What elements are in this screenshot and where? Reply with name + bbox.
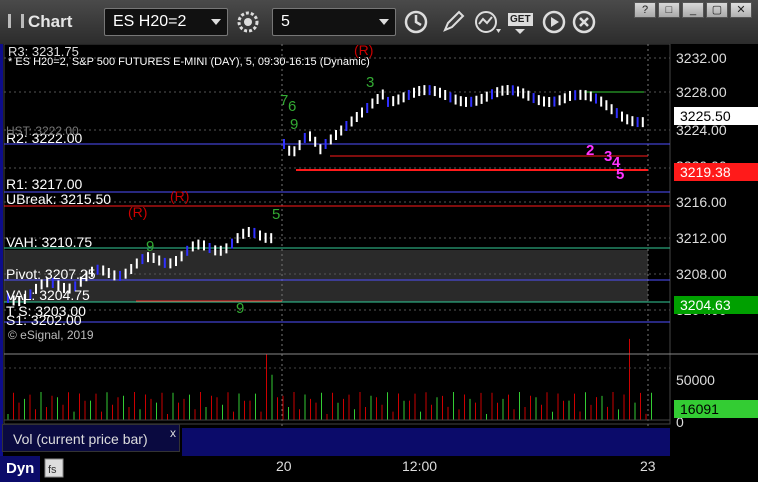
symbol-field[interactable]: [104, 8, 228, 36]
val-label: VAL: 3204.75: [6, 287, 90, 303]
s1-label: S1: 3202.00: [6, 312, 82, 328]
maximize-button[interactable]: ▢: [706, 2, 728, 18]
restore-button[interactable]: □: [658, 2, 680, 18]
count-label: 2: [586, 142, 595, 159]
title-text: Chart: [28, 12, 73, 31]
x-tick: 20: [276, 458, 292, 474]
copyright: © eSignal, 2019: [8, 328, 94, 342]
vah-label: VAH: 3210.75: [6, 234, 93, 250]
dyn-label[interactable]: Dyn: [6, 460, 34, 477]
footer-bar: Dyn: [0, 456, 40, 482]
count-label: 9: [290, 116, 299, 133]
y-tick: 3216.00: [676, 194, 727, 210]
symbol-input[interactable]: [111, 12, 203, 32]
hst-label: HST: 3222.00: [6, 124, 79, 138]
chevron-down-icon[interactable]: [515, 29, 525, 34]
get-data-icon[interactable]: GET: [506, 9, 536, 35]
study-icon[interactable]: [474, 9, 502, 35]
close-circle-icon[interactable]: [570, 9, 598, 35]
count-label: 5: [616, 166, 625, 183]
pencil-icon[interactable]: [440, 9, 468, 35]
chart-canvas[interactable]: [0, 44, 758, 482]
y-tick: 3208.00: [676, 266, 727, 282]
level-tag-green: 3204.63: [674, 296, 758, 314]
price-pane-frame: [3, 44, 671, 425]
clock-icon[interactable]: [402, 9, 430, 35]
chart-header: * ES H20=2, S&P 500 FUTURES E-MINI (DAY)…: [8, 56, 370, 68]
help-button[interactable]: ?: [634, 2, 656, 18]
close-button[interactable]: ✕: [730, 2, 752, 18]
window-titlebar: Chart GET ? □ _ ▢ ✕: [0, 0, 758, 45]
y-tick: 3228.00: [676, 84, 727, 100]
volume-strip: [182, 428, 670, 456]
value-area-band: [4, 250, 648, 302]
play-icon[interactable]: [540, 9, 568, 35]
x-tick: 12:00: [402, 458, 438, 474]
window-controls: ? □ _ ▢ ✕: [634, 2, 752, 18]
y-tick: 3232.00: [676, 50, 727, 66]
chevron-down-icon[interactable]: [211, 19, 221, 25]
r-marker: (R): [354, 42, 374, 58]
last-price-tag: 3225.50: [674, 107, 758, 125]
r-marker: (R): [170, 188, 190, 204]
grip-icon[interactable]: [8, 14, 24, 28]
volume-label: Vol (current price bar): [13, 431, 148, 447]
minimize-button[interactable]: _: [682, 2, 704, 18]
count-label: 9: [146, 238, 155, 255]
chart-area[interactable]: R3: 3231.75 * ES H20=2, S&P 500 FUTURES …: [0, 42, 758, 482]
count-label: 5: [272, 206, 281, 223]
volume-tick: 50000: [676, 372, 715, 388]
x-tick: 23: [640, 458, 656, 474]
count-label: 9: [236, 300, 245, 317]
ubreak-label: UBreak: 3215.50: [6, 191, 112, 207]
r-marker: (R): [128, 204, 148, 220]
volume-label-box: Vol (current price bar): [2, 424, 180, 452]
interval-field[interactable]: [272, 8, 396, 36]
count-label: 6: [288, 98, 297, 115]
volume-value-tag: 16091: [674, 400, 758, 418]
y-tick: 3212.00: [676, 230, 727, 246]
chevron-down-icon[interactable]: [379, 19, 389, 25]
volume-bars: [7, 338, 652, 420]
svg-text:fs: fs: [48, 464, 57, 476]
level-tag-red: 3219.38: [674, 163, 758, 181]
r1-label: R1: 3217.00: [6, 176, 83, 192]
lock-icon[interactable]: fs: [44, 458, 64, 478]
interval-input[interactable]: [279, 12, 371, 32]
gear-icon[interactable]: [234, 9, 262, 35]
close-pane-button[interactable]: x: [170, 426, 176, 440]
pivot-label: Pivot: 3207.25: [6, 266, 96, 282]
window-title: Chart: [8, 12, 72, 32]
get-label: GET: [508, 13, 533, 26]
count-label: 3: [366, 74, 375, 91]
